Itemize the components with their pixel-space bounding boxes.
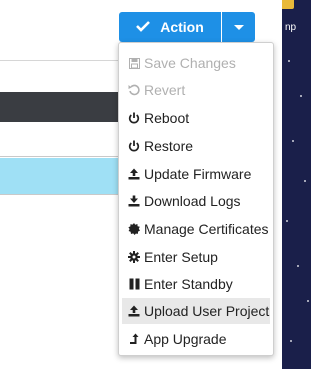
desktop-icon-label: np: [285, 22, 297, 33]
menu-item-update-firmware[interactable]: Update Firmware: [122, 161, 270, 187]
menu-item-revert[interactable]: Revert: [122, 77, 270, 103]
menu-item-label: Enter Setup: [144, 249, 218, 265]
upload-icon: [128, 304, 140, 318]
menu-item-label: Restore: [144, 138, 194, 154]
menu-item-label: Revert: [144, 82, 186, 98]
power-icon: [128, 139, 140, 153]
menu-item-upload-user-project[interactable]: Upload User Project: [122, 298, 270, 324]
menu-item-download-logs[interactable]: Download Logs: [122, 188, 270, 214]
revert-icon: [128, 83, 140, 97]
checkmark-icon: [136, 19, 151, 35]
menu-item-label: Manage Certificates: [144, 221, 269, 237]
menu-item-enter-standby[interactable]: Enter Standby: [122, 271, 270, 297]
menu-item-reboot[interactable]: Reboot: [122, 105, 270, 131]
certificate-icon: [128, 222, 140, 236]
menu-item-save-changes[interactable]: Save Changes: [122, 50, 270, 76]
divider: [0, 156, 125, 157]
upload-icon: [128, 167, 140, 181]
action-dropdown-toggle[interactable]: [222, 12, 255, 42]
selected-row[interactable]: [0, 158, 125, 194]
menu-item-label: App Upgrade: [144, 331, 227, 347]
menu-item-label: Download Logs: [144, 193, 241, 209]
gear-icon: [128, 250, 140, 264]
upgrade-arrow-icon: [128, 332, 140, 346]
pause-icon: [128, 277, 140, 291]
menu-item-app-upgrade[interactable]: App Upgrade: [122, 326, 270, 352]
action-button[interactable]: Action: [119, 12, 221, 42]
action-button-label: Action: [160, 19, 204, 35]
menu-item-label: Enter Standby: [144, 276, 233, 292]
folder-icon[interactable]: [282, 0, 294, 9]
menu-item-label: Upload User Project: [144, 303, 270, 319]
desktop-background: [282, 0, 311, 369]
menu-item-enter-setup[interactable]: Enter Setup: [122, 244, 270, 270]
save-icon: [128, 56, 140, 70]
table-header-bar: [0, 92, 125, 122]
action-dropdown-menu: Save Changes Revert Reboot Restore Updat…: [118, 42, 274, 356]
chevron-down-icon: [233, 24, 244, 30]
menu-item-label: Save Changes: [144, 55, 236, 71]
divider: [0, 194, 125, 195]
menu-item-restore[interactable]: Restore: [122, 133, 270, 159]
power-icon: [128, 111, 140, 125]
menu-item-label: Update Firmware: [144, 166, 252, 182]
download-icon: [128, 194, 140, 208]
menu-item-manage-certificates[interactable]: Manage Certificates: [122, 216, 270, 242]
divider: [0, 60, 125, 61]
menu-item-label: Reboot: [144, 110, 190, 126]
